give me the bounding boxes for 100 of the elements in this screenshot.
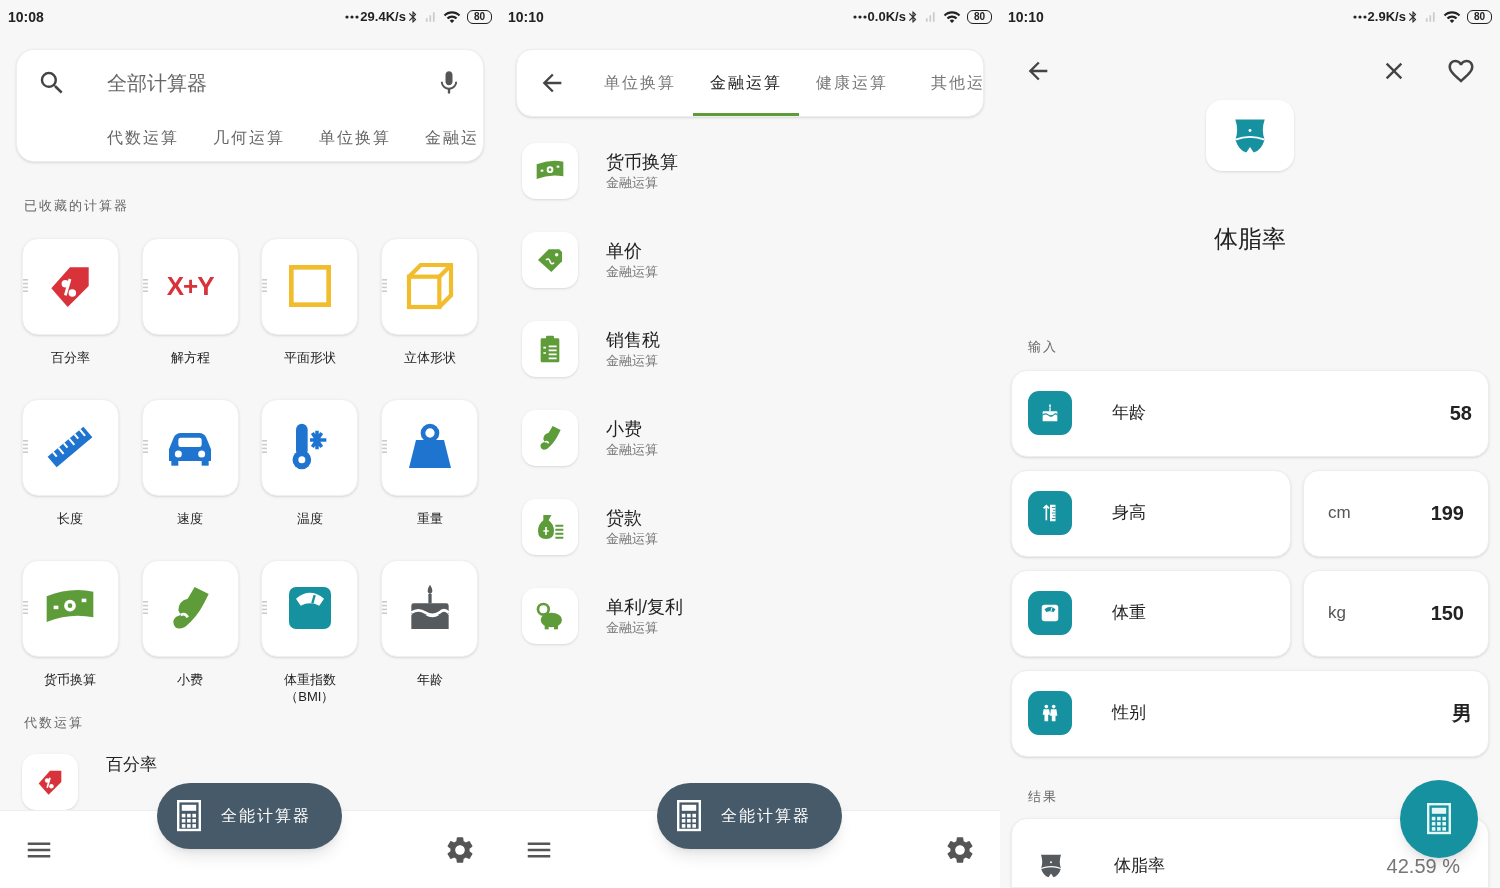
value-field[interactable]: cm 199 [1303, 469, 1489, 557]
calculator-label: 年龄 [416, 670, 443, 689]
calculator-fab[interactable]: 全能计算器 [157, 783, 342, 849]
unit-label[interactable]: cm [1328, 500, 1351, 526]
drag-handle-icon[interactable] [262, 439, 268, 454]
calculator-title[interactable]: 小费 [606, 417, 658, 441]
input-label: 身高 [1112, 502, 1146, 525]
category-chip[interactable]: 几何运算 [213, 126, 285, 150]
drag-handle-icon[interactable] [382, 600, 388, 615]
calculator-category: 金融运算 [606, 619, 659, 637]
calculator-title: 体脂率 [1214, 224, 1286, 255]
input-card[interactable]: 体重 [1011, 569, 1291, 657]
unit-label[interactable]: kg [1328, 600, 1346, 626]
category-tab[interactable]: 单位换算 [587, 50, 693, 116]
calculator-title[interactable]: 销售税 [606, 328, 660, 352]
scale-icon [1028, 591, 1072, 636]
drag-handle-icon[interactable] [382, 278, 388, 293]
drag-handle-icon[interactable] [262, 600, 268, 615]
network-speed: 29.4K/s [360, 8, 406, 27]
network-speed: 0.0K/s [867, 8, 906, 27]
category-chip[interactable]: 金融运 [425, 126, 479, 150]
calculator-tile[interactable]: X+Y [141, 237, 239, 335]
calculator-tile[interactable] [141, 559, 239, 657]
calculator-tile[interactable] [381, 559, 479, 657]
input-card[interactable]: 性别 男 [1011, 669, 1489, 757]
calculator-icon [677, 800, 701, 832]
calculator-title[interactable]: 货币换算 [606, 150, 678, 174]
calculator-title[interactable]: 单利/复利 [606, 595, 683, 619]
dots-icon [1352, 15, 1367, 19]
battery-indicator: 80 [1466, 10, 1492, 24]
calculator-title[interactable]: 百分率 [106, 752, 157, 778]
input-label: 体重 [1112, 602, 1146, 625]
calculator-label: 速度 [177, 509, 204, 528]
battery-indicator: 80 [466, 10, 492, 24]
section-title: 结果 [1028, 787, 1059, 806]
category-chip[interactable]: 代数运算 [107, 126, 179, 150]
input-value: 男 [1452, 701, 1472, 727]
calculator-label: 体重指数（BMI） [282, 670, 337, 706]
calculator-title[interactable]: 贷款 [606, 506, 658, 530]
result-value: 42.59 % [1386, 854, 1460, 879]
input-card[interactable]: 身高 [1011, 469, 1291, 557]
value-field[interactable]: kg 150 [1303, 569, 1489, 657]
calculator-tile[interactable] [261, 398, 359, 496]
drag-handle-icon[interactable] [382, 439, 388, 454]
calculator-title[interactable]: 单价 [606, 239, 658, 263]
calculator-label: 立体形状 [403, 348, 456, 367]
calculator-label: 解方程 [170, 348, 210, 367]
input-label: 性别 [1112, 702, 1146, 725]
calculator-fab[interactable]: 全能计算器 [657, 783, 842, 849]
result-label: 体脂率 [1114, 855, 1165, 878]
calculator-tile[interactable] [381, 237, 479, 335]
drag-handle-icon[interactable] [142, 439, 148, 454]
input-card[interactable]: 年龄 58 [1011, 369, 1489, 457]
calculator-label: 重量 [416, 509, 443, 528]
cake-icon [1028, 391, 1072, 436]
dots-icon [852, 15, 867, 19]
calculator-category: 金融运算 [606, 174, 659, 192]
search-field[interactable]: 全部计算器 [107, 68, 435, 98]
network-speed: 2.9K/s [1367, 8, 1406, 27]
equation-glyph: X+Y [166, 269, 214, 303]
ruler-icon [1028, 491, 1072, 536]
category-chip[interactable]: 单位换算 [319, 126, 391, 150]
calculator-category: 金融运算 [606, 352, 659, 370]
section-title: 代数运算 [24, 713, 84, 732]
people-icon [1028, 691, 1072, 736]
calculator-tile[interactable] [261, 559, 359, 657]
wifi-icon [1442, 8, 1461, 26]
calculator-tile[interactable] [141, 398, 239, 496]
category-tab[interactable]: 金融运算 [693, 50, 799, 116]
calculator-category: 金融运算 [606, 441, 658, 459]
calculator-category: 金融运算 [606, 530, 658, 548]
input-value: 199 [1430, 501, 1464, 527]
calculator-tile[interactable] [261, 237, 359, 335]
calculator-label: 百分率 [50, 348, 90, 367]
calculator-icon [177, 800, 201, 832]
battery-indicator: 80 [966, 10, 992, 24]
drag-handle-icon[interactable] [262, 278, 268, 293]
status-time: 10:10 [508, 7, 544, 27]
wifi-icon [442, 8, 461, 26]
drag-handle-icon[interactable] [142, 278, 148, 293]
calculator-label: 长度 [57, 509, 84, 528]
calculator-label: 平面形状 [283, 348, 336, 367]
status-time: 10:08 [8, 7, 44, 27]
calculator-tile[interactable] [21, 237, 119, 335]
calculator-category: 金融运算 [606, 263, 658, 281]
drag-handle-icon[interactable] [22, 600, 28, 615]
calculator-icon [1427, 803, 1451, 835]
drag-handle-icon[interactable] [22, 439, 28, 454]
calculate-fab[interactable] [1400, 780, 1478, 858]
input-value: 58 [1449, 401, 1472, 427]
drag-handle-icon[interactable] [142, 600, 148, 615]
category-tab[interactable]: 健康运算 [799, 50, 905, 116]
input-label: 年龄 [1112, 402, 1146, 425]
calculator-tile[interactable] [21, 398, 119, 496]
dots-icon [345, 15, 360, 19]
calculator-tile[interactable] [381, 398, 479, 496]
input-value: 150 [1430, 601, 1464, 627]
drag-handle-icon[interactable] [22, 278, 28, 293]
calculator-label: 货币换算 [44, 670, 97, 689]
calculator-tile[interactable] [21, 559, 119, 657]
